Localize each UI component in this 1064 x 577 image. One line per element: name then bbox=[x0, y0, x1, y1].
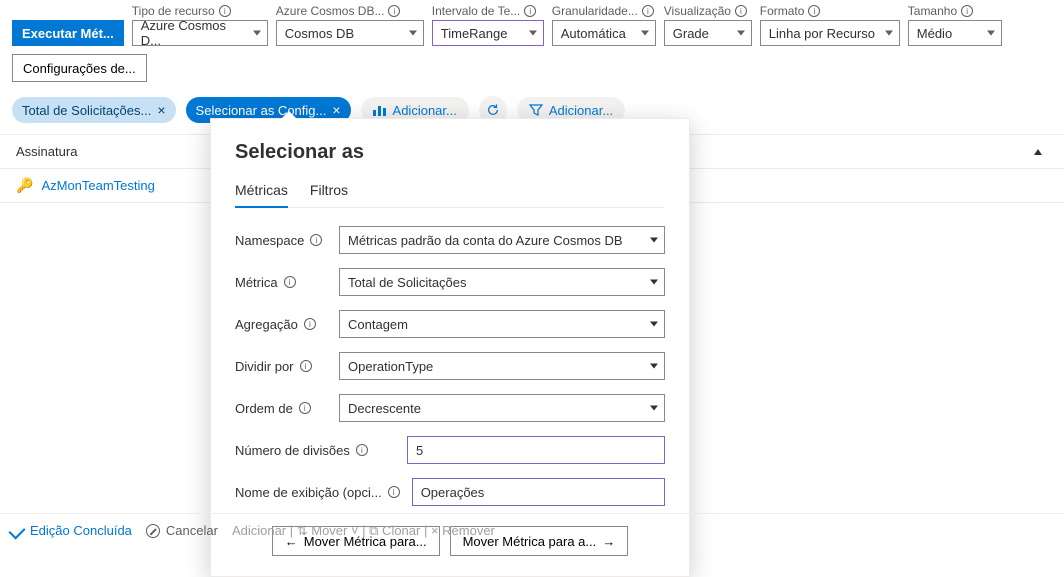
chevron-down-icon bbox=[885, 31, 893, 36]
param-resource-type: Tipo de recurso i Azure Cosmos D... bbox=[132, 4, 268, 46]
info-icon: i bbox=[300, 360, 312, 372]
info-icon: i bbox=[356, 444, 368, 456]
disabled-actions: Adicionar | ⇅ Mover ˅ | ⧉ Clonar | × Rem… bbox=[232, 523, 495, 539]
param-label: Tamanho bbox=[908, 4, 957, 18]
order-select[interactable]: Decrescente bbox=[339, 394, 665, 422]
settings-button[interactable]: Configurações de... bbox=[12, 54, 147, 82]
field-display-name: Nome de exibição (opci... i bbox=[235, 478, 665, 506]
chevron-down-icon bbox=[737, 31, 745, 36]
split-limit-input[interactable] bbox=[407, 436, 665, 464]
param-label: Azure Cosmos DB... bbox=[276, 4, 385, 18]
info-icon: i bbox=[808, 5, 820, 17]
tab-filters[interactable]: Filtros bbox=[310, 178, 348, 207]
param-time-range: Intervalo de Te... i TimeRange bbox=[432, 4, 544, 46]
info-icon: i bbox=[642, 5, 654, 17]
field-namespace: Namespace i Métricas padrão da conta do … bbox=[235, 226, 665, 254]
field-aggregation: Agregação i Contagem bbox=[235, 310, 665, 338]
chevron-down-icon bbox=[650, 280, 658, 285]
chevron-down-icon bbox=[650, 238, 658, 243]
info-icon: i bbox=[961, 5, 973, 17]
top-params: Executar Mét... Tipo de recurso i Azure … bbox=[0, 0, 1064, 46]
split-by-select[interactable]: OperationType bbox=[339, 352, 665, 380]
popover-tabs: Métricas Filtros bbox=[235, 178, 665, 208]
visualization-dropdown[interactable]: Grade bbox=[664, 20, 752, 46]
chevron-down-icon bbox=[641, 31, 649, 36]
field-metric: Métrica i Total de Solicitações bbox=[235, 268, 665, 296]
size-dropdown[interactable]: Médio bbox=[908, 20, 1002, 46]
done-editing-button[interactable]: Edição Concluída bbox=[10, 523, 132, 538]
sort-asc-icon bbox=[1034, 149, 1042, 155]
popover-title: Selecionar as bbox=[235, 141, 665, 164]
param-label: Tipo de recurso bbox=[132, 4, 215, 18]
cancel-icon bbox=[146, 524, 160, 538]
secondary-toolbar: Configurações de... bbox=[0, 46, 1064, 90]
param-visualization: Visualização i Grade bbox=[664, 4, 752, 46]
aggregation-select[interactable]: Contagem bbox=[339, 310, 665, 338]
close-icon[interactable]: × bbox=[332, 103, 340, 117]
info-icon: i bbox=[219, 5, 231, 17]
chevron-down-icon bbox=[253, 31, 261, 36]
metric-pill-total-requests[interactable]: Total de Solicitações... × bbox=[12, 97, 176, 123]
param-label: Visualização bbox=[664, 4, 731, 18]
info-icon: i bbox=[284, 276, 296, 288]
chevron-down-icon bbox=[529, 31, 537, 36]
metric-select[interactable]: Total de Solicitações bbox=[339, 268, 665, 296]
metric-config-popover: Selecionar as Métricas Filtros Namespace… bbox=[210, 118, 690, 577]
chevron-down-icon bbox=[409, 31, 417, 36]
info-icon: i bbox=[388, 486, 400, 498]
info-icon: i bbox=[304, 318, 316, 330]
run-metrics-button[interactable]: Executar Mét... bbox=[12, 20, 124, 46]
cancel-button[interactable]: Cancelar bbox=[146, 523, 218, 538]
chevron-down-icon bbox=[987, 31, 995, 36]
tab-metrics[interactable]: Métricas bbox=[235, 178, 288, 208]
display-name-input[interactable] bbox=[412, 478, 665, 506]
funnel-icon bbox=[529, 104, 543, 116]
granularity-dropdown[interactable]: Automática bbox=[552, 20, 656, 46]
bottom-toolbar: Edição Concluída Cancelar Adicionar | ⇅ … bbox=[0, 513, 1064, 547]
info-icon: i bbox=[299, 402, 311, 414]
check-icon bbox=[9, 522, 26, 539]
info-icon: i bbox=[524, 5, 536, 17]
info-icon: i bbox=[735, 5, 747, 17]
param-granularity: Granularidade... i Automática bbox=[552, 4, 656, 46]
field-split-by: Dividir por i OperationType bbox=[235, 352, 665, 380]
field-order: Ordem de i Decrescente bbox=[235, 394, 665, 422]
info-icon: i bbox=[310, 234, 322, 246]
time-range-dropdown[interactable]: TimeRange bbox=[432, 20, 544, 46]
param-label: Intervalo de Te... bbox=[432, 4, 521, 18]
param-cosmos-scope: Azure Cosmos DB... i Cosmos DB bbox=[276, 4, 424, 46]
refresh-icon bbox=[486, 103, 500, 117]
field-split-limit: Número de divisões i bbox=[235, 436, 665, 464]
key-icon: 🔑 bbox=[16, 177, 33, 194]
bar-chart-icon bbox=[373, 104, 387, 116]
chevron-down-icon bbox=[650, 322, 658, 327]
chevron-down-icon bbox=[650, 364, 658, 369]
param-size: Tamanho i Médio bbox=[908, 4, 1002, 46]
info-icon: i bbox=[388, 5, 400, 17]
format-dropdown[interactable]: Linha por Recurso bbox=[760, 20, 900, 46]
chevron-down-icon bbox=[650, 406, 658, 411]
param-label: Granularidade... bbox=[552, 4, 638, 18]
param-label: Formato bbox=[760, 4, 805, 18]
namespace-select[interactable]: Métricas padrão da conta do Azure Cosmos… bbox=[339, 226, 665, 254]
close-icon[interactable]: × bbox=[157, 103, 165, 117]
param-format: Formato i Linha por Recurso bbox=[760, 4, 900, 46]
cosmos-scope-dropdown[interactable]: Cosmos DB bbox=[276, 20, 424, 46]
resource-type-dropdown[interactable]: Azure Cosmos D... bbox=[132, 20, 268, 46]
